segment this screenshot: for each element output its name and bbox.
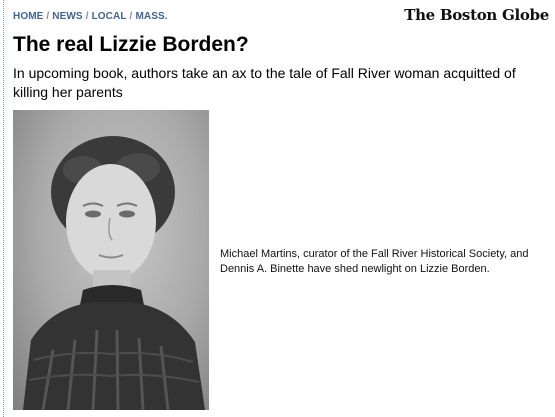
page-left-border: [3, 0, 4, 417]
article-subhead: In upcoming book, authors take an ax to …: [13, 65, 516, 100]
article-headline: The real Lizzie Borden?: [13, 33, 249, 56]
breadcrumb-local-link[interactable]: LOCAL: [92, 11, 127, 22]
portrait-illustration: [23, 136, 205, 410]
breadcrumb-separator: /: [85, 11, 89, 22]
breadcrumb-mass-link[interactable]: MASS.: [135, 11, 167, 22]
boston-globe-logo[interactable]: The Boston Globe: [404, 6, 549, 24]
breadcrumb-news-link[interactable]: NEWS: [52, 11, 82, 22]
breadcrumb-separator: /: [46, 11, 50, 22]
breadcrumb: HOME / NEWS / LOCAL / MASS.: [13, 11, 168, 22]
breadcrumb-home-link[interactable]: HOME: [13, 11, 43, 22]
photo-caption: Michael Martins, curator of the Fall Riv…: [220, 248, 529, 275]
lizzie-borden-photo[interactable]: [13, 110, 209, 410]
